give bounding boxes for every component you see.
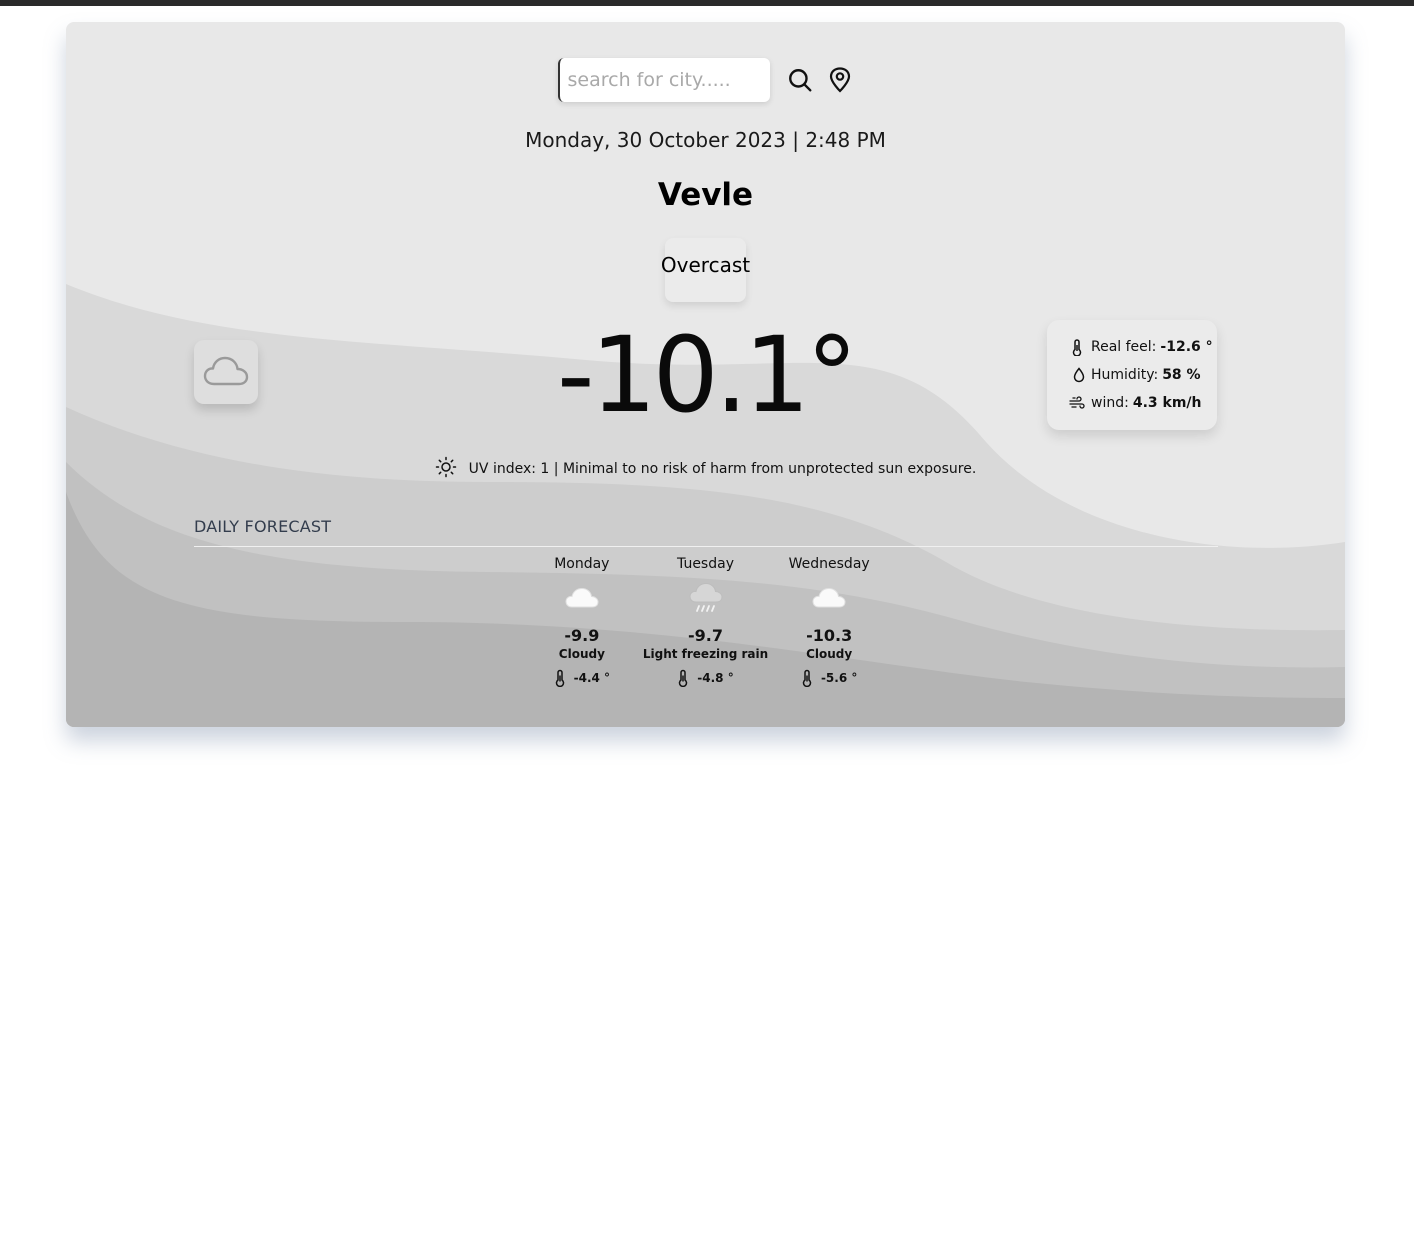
rain-cloud-icon <box>688 582 723 612</box>
location-pin-icon[interactable] <box>826 66 854 94</box>
forecast-feel-value: -4.8 ° <box>697 671 734 685</box>
forecast-day: Tuesday -9.7 Light freezing rain -4.8 ° <box>643 556 768 687</box>
forecast-feel: -4.8 ° <box>677 669 734 687</box>
condition-badge: Overcast <box>661 238 750 302</box>
forecast-temp: -9.7 <box>688 626 723 645</box>
real-feel-label: Real feel: <box>1091 339 1157 355</box>
search-input[interactable] <box>557 58 770 102</box>
forecast-condition: Light freezing rain <box>642 647 769 661</box>
weather-card: Monday, 30 October 2023 | 2:48 PM Vevle … <box>66 22 1345 727</box>
wind-icon <box>1063 396 1091 410</box>
forecast-temp: -9.9 <box>564 626 600 645</box>
real-feel-value: -12.6 ° <box>1160 339 1213 355</box>
humidity-value: 58 % <box>1162 367 1201 383</box>
thermometer-icon <box>555 669 564 687</box>
condition-text: Overcast <box>660 253 751 277</box>
city-name: Vevle <box>657 177 754 213</box>
forecast-feel-value: -4.4 ° <box>573 671 611 685</box>
sun-icon <box>435 456 457 482</box>
date-time: Monday, 30 October 2023 | 2:48 PM <box>525 128 886 152</box>
cloud-icon <box>812 587 846 608</box>
forecast-feel: -4.4 ° <box>554 669 610 687</box>
forecast-day: Monday -9.9 Cloudy -4.4 ° <box>529 556 635 687</box>
forecast-feel: -5.6 ° <box>801 669 857 687</box>
droplet-icon <box>1067 367 1091 383</box>
humidity-label: Humidity: <box>1091 367 1159 383</box>
search-bar <box>66 58 1345 102</box>
real-feel-row: Real feel: -12.6 ° <box>1047 333 1217 361</box>
wind-value: 4.3 km/h <box>1132 395 1202 411</box>
thermometer-icon <box>1063 338 1091 356</box>
forecast-day-name: Wednesday <box>788 556 870 572</box>
forecast-day-name: Tuesday <box>677 556 734 572</box>
wind-row: wind: 4.3 km/h <box>1047 389 1217 417</box>
humidity-row: Humidity: 58 % <box>1047 361 1217 389</box>
cloud-icon <box>565 587 599 608</box>
top-bar <box>0 0 1414 6</box>
forecast-feel-value: -5.6 ° <box>820 671 858 685</box>
forecast-condition: Cloudy <box>558 647 605 661</box>
daily-forecast-list: Monday -9.9 Cloudy -4.4 ° Tuesday -9.7 L… <box>66 556 1345 687</box>
forecast-divider <box>194 546 1218 547</box>
uv-index-row: UV index: 1 | Minimal to no risk of harm… <box>66 456 1345 482</box>
forecast-day: Wednesday -10.3 Cloudy -5.6 ° <box>776 556 882 687</box>
forecast-temp: -10.3 <box>806 626 853 645</box>
daily-forecast-title: DAILY FORECAST <box>194 517 332 536</box>
forecast-condition: Cloudy <box>806 647 853 661</box>
search-icon[interactable] <box>786 66 814 94</box>
forecast-day-name: Monday <box>554 556 610 572</box>
thermometer-icon <box>679 669 688 687</box>
wind-label: wind: <box>1091 395 1129 411</box>
weather-details-panel: Real feel: -12.6 ° Humidity: 58 % wind: … <box>1047 320 1217 430</box>
thermometer-icon <box>802 669 812 687</box>
uv-index-text: UV index: 1 | Minimal to no risk of harm… <box>468 461 977 477</box>
